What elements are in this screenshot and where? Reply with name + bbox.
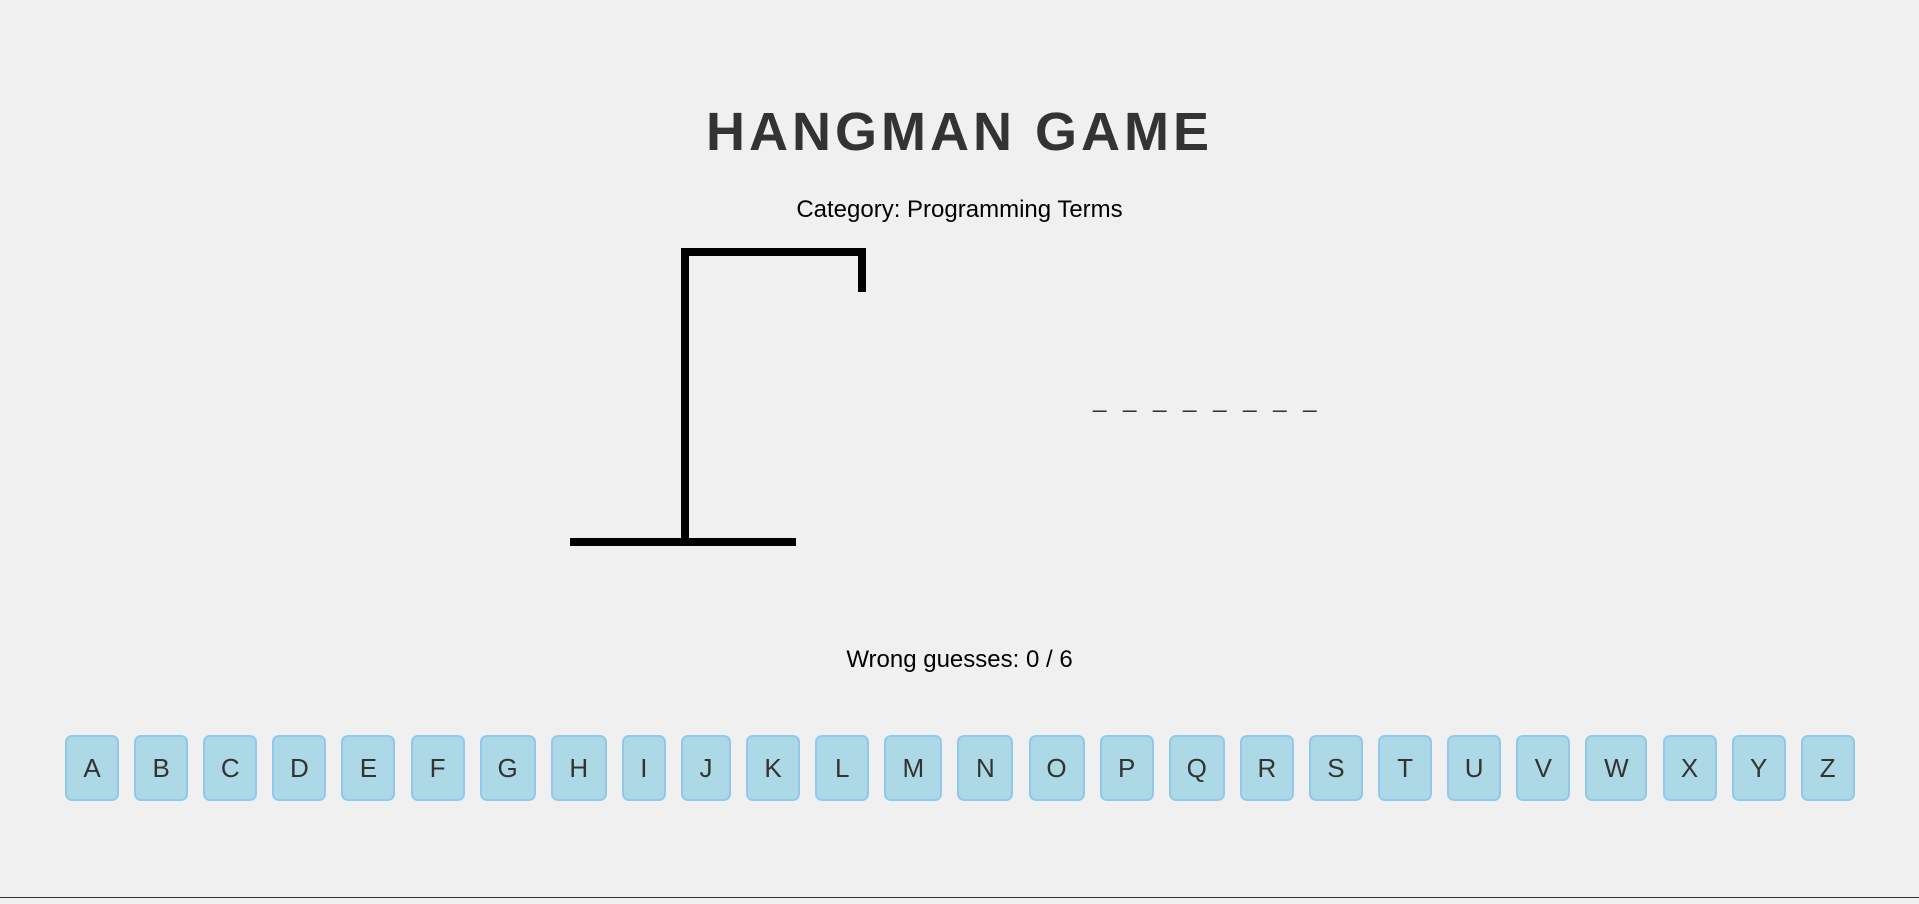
letter-key-k[interactable]: K [746,735,801,801]
letter-key-s[interactable]: S [1308,735,1363,801]
letter-key-q[interactable]: Q [1168,735,1225,801]
letter-key-v[interactable]: V [1516,735,1571,801]
letter-key-a[interactable]: A [65,735,119,801]
hangman-drawing [560,240,880,560]
letter-key-m[interactable]: M [884,735,943,801]
wrong-guesses-value: 0 / 6 [1025,646,1073,673]
letter-key-u[interactable]: U [1447,735,1502,801]
page-title: HANGMAN GAME [706,102,1213,162]
letter-key-d[interactable]: D [272,735,327,801]
game-container: HANGMAN GAME Category: Programming Terms… [0,0,1919,898]
letter-key-l[interactable]: L [815,735,870,801]
letter-key-p[interactable]: P [1099,735,1154,801]
letter-key-n[interactable]: N [957,735,1014,801]
letter-key-j[interactable]: J [680,735,731,801]
letter-key-y[interactable]: Y [1731,735,1786,801]
letter-key-f[interactable]: F [410,735,465,801]
letter-key-c[interactable]: C [203,735,258,801]
wrong-guesses-counter: Wrong guesses: 0 / 6 [0,646,1919,674]
letter-key-g[interactable]: G [479,735,536,801]
letter-key-z[interactable]: Z [1800,735,1855,801]
letter-key-i[interactable]: I [621,735,666,801]
category-label: Category: Programming Terms [796,196,1123,223]
letter-key-x[interactable]: X [1662,735,1717,801]
letter-key-b[interactable]: B [134,735,189,801]
masked-word: _ _ _ _ _ _ _ _ [1093,386,1322,413]
letter-keyboard: ABCDEFGHIJKLMNOPQRSTUVWXYZ [65,735,1855,801]
letter-key-o[interactable]: O [1028,735,1085,801]
wrong-guesses-label: Wrong guesses: [846,646,1020,673]
gallows-svg [570,248,866,546]
letter-key-t[interactable]: T [1378,735,1433,801]
letter-key-h[interactable]: H [550,735,607,801]
letter-key-w[interactable]: W [1585,735,1648,801]
letter-key-r[interactable]: R [1239,735,1294,801]
letter-key-e[interactable]: E [341,735,396,801]
